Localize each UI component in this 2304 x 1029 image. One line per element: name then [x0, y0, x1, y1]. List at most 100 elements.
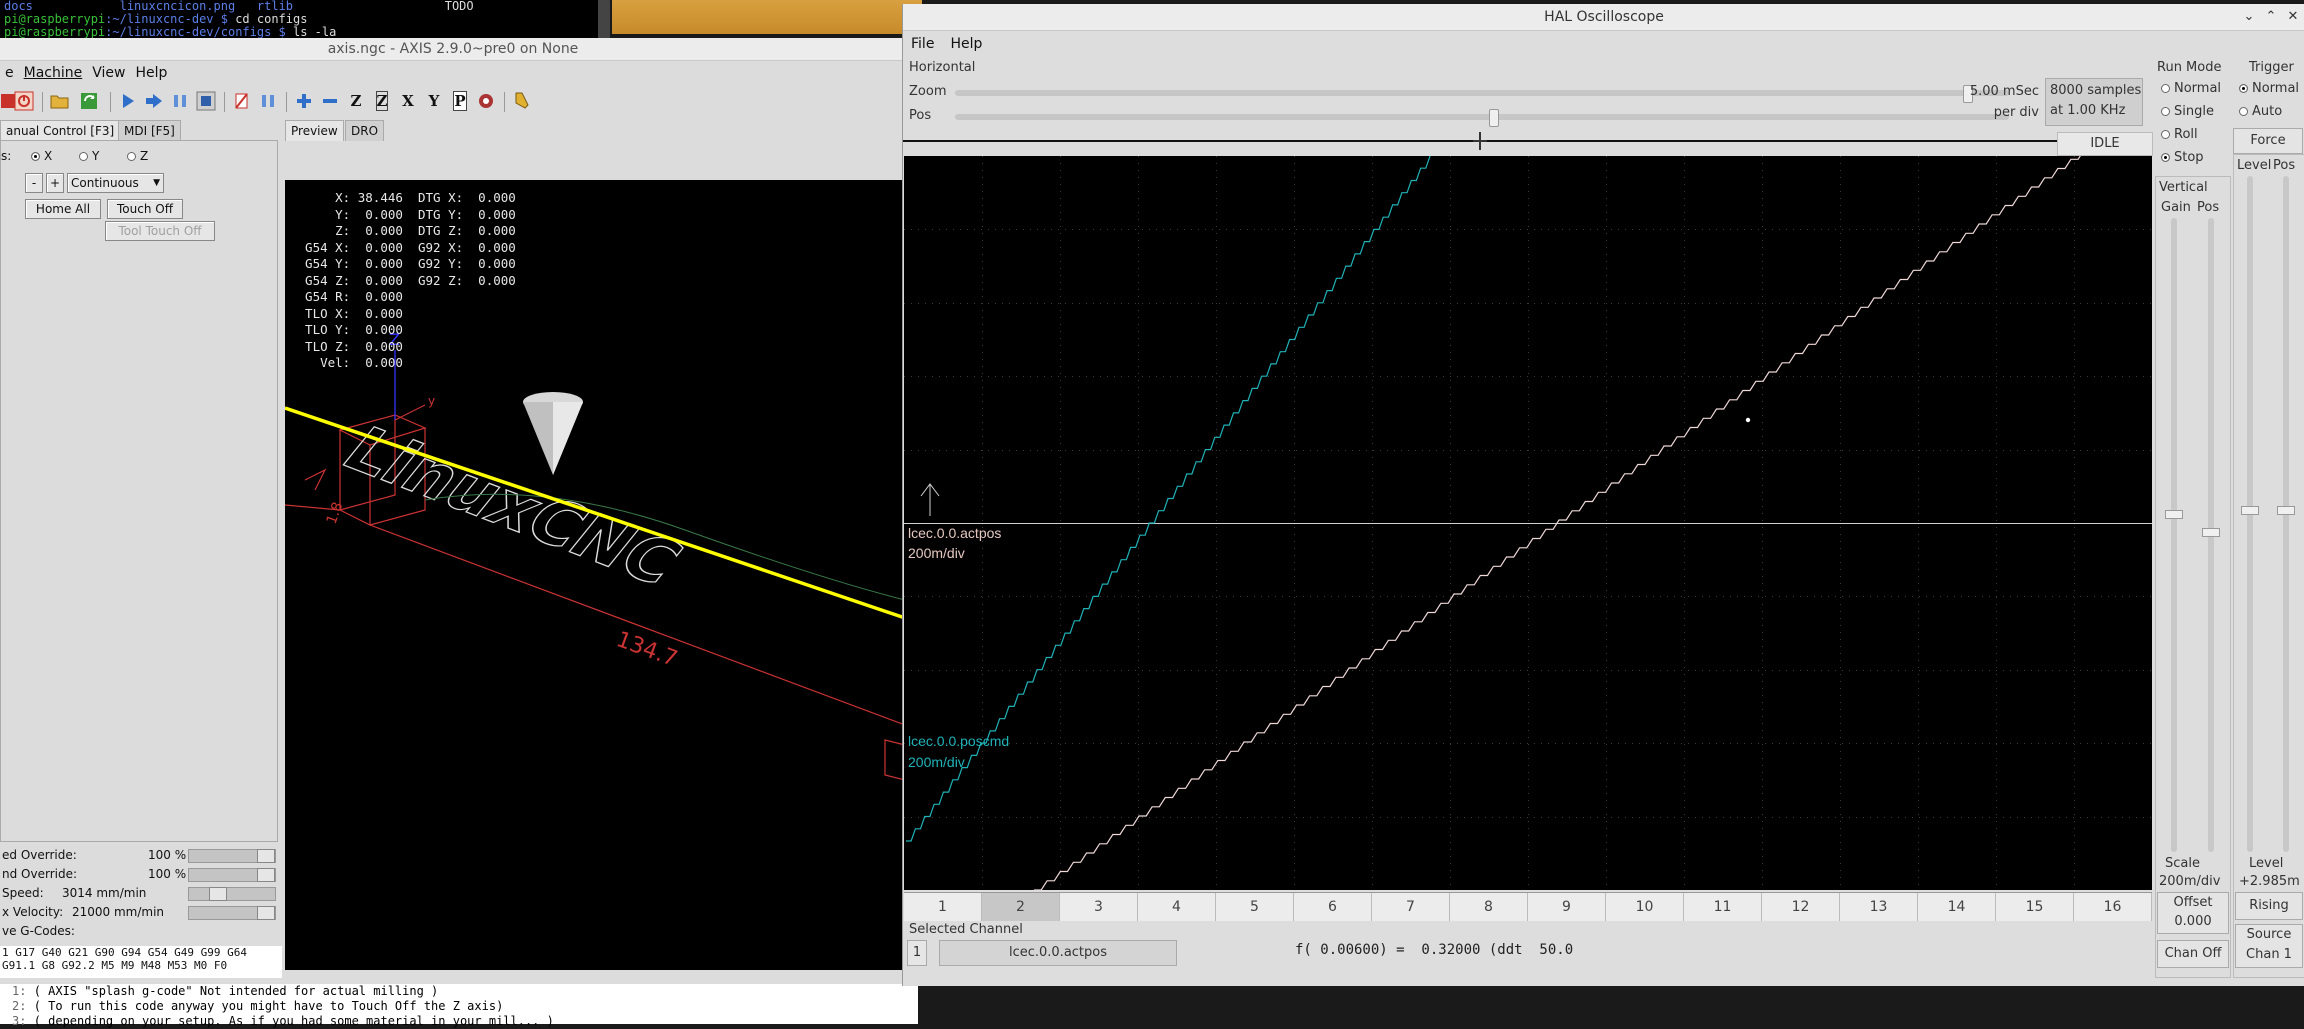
power-icon[interactable]	[12, 89, 36, 113]
axis-radio-z[interactable]: Z	[127, 149, 148, 163]
dro-label: G54 Y:	[290, 256, 351, 271]
channel-button-5[interactable]: 5	[1216, 893, 1294, 921]
view-x-icon[interactable]: X	[396, 89, 420, 113]
trigger-level-label: Level	[2237, 158, 2272, 173]
tab-manual-control[interactable]: anual Control [F3]	[0, 120, 121, 141]
scale-label: Scale	[2165, 856, 2200, 871]
run-mode-single[interactable]: Single	[2161, 105, 2214, 119]
optional-stop-icon[interactable]	[256, 89, 280, 113]
menu-help[interactable]: Help	[130, 62, 172, 84]
vertical-pos-slider[interactable]	[2202, 218, 2220, 852]
channel-button-12[interactable]: 12	[1762, 893, 1840, 921]
jog-plus-button[interactable]: +	[46, 173, 64, 193]
block-delete-icon[interactable]	[230, 89, 254, 113]
tool-touch-off-button[interactable]: Tool Touch Off	[105, 221, 215, 241]
gcodes-line2: G91.1 G8 G92.2 M5 M9 M48 M53 M0 F0	[2, 959, 228, 972]
selected-channel-number[interactable]: 1	[907, 940, 927, 966]
term-path: :~/linuxcnc-dev $	[105, 12, 228, 26]
trigger-auto[interactable]: Auto	[2239, 105, 2282, 119]
dro-value: 0.000	[350, 239, 403, 255]
channel-button-10[interactable]: 10	[1606, 893, 1684, 921]
menu-file[interactable]: e	[0, 62, 19, 84]
view-z-icon[interactable]: Z	[344, 89, 368, 113]
pos-slider[interactable]	[955, 114, 2009, 120]
menu-machine[interactable]: Machine	[19, 62, 88, 84]
channel-button-9[interactable]: 9	[1528, 893, 1606, 921]
run-mode-roll[interactable]: Roll	[2161, 128, 2198, 142]
channel-button-15[interactable]: 15	[1996, 893, 2074, 921]
tab-mdi[interactable]: MDI [F5]	[118, 120, 181, 141]
run-mode-stop[interactable]: Stop	[2161, 151, 2204, 165]
touch-off-button[interactable]: Touch Off	[107, 199, 183, 219]
max-velocity-slider[interactable]	[188, 906, 276, 920]
channel-button-2[interactable]: 2	[982, 893, 1060, 921]
selected-channel-label: Selected Channel	[909, 922, 1023, 937]
rotate-view-icon[interactable]	[474, 89, 498, 113]
gain-slider[interactable]	[2165, 218, 2183, 852]
preview-axis-y: y	[428, 394, 435, 408]
menu-view[interactable]: View	[87, 62, 130, 84]
step-icon[interactable]	[142, 89, 166, 113]
jog-mode-select[interactable]: Continuous ▼	[67, 173, 164, 193]
axis-menubar: e Machine View Help	[0, 62, 172, 84]
selected-channel-name[interactable]: lcec.0.0.actpos	[939, 940, 1177, 966]
view-y-icon[interactable]: Y	[422, 89, 446, 113]
view-z2-icon[interactable]: Z	[370, 89, 394, 113]
menu-help[interactable]: Help	[942, 33, 990, 55]
spindle-override-slider[interactable]	[188, 868, 276, 882]
open-file-icon[interactable]	[48, 89, 72, 113]
axis-radio-y[interactable]: Y	[79, 149, 99, 163]
channel-button-6[interactable]: 6	[1294, 893, 1372, 921]
zoom-in-icon[interactable]	[292, 89, 316, 113]
channel-button-4[interactable]: 4	[1138, 893, 1216, 921]
force-button[interactable]: Force	[2233, 128, 2303, 154]
channel-button-11[interactable]: 11	[1684, 893, 1762, 921]
dro-label: DTG Y:	[417, 206, 464, 222]
minimize-icon[interactable]: ⌄	[2239, 4, 2259, 30]
feed-override-slider[interactable]	[188, 849, 276, 863]
channel-button-7[interactable]: 7	[1372, 893, 1450, 921]
zoom-out-icon[interactable]	[318, 89, 342, 113]
tab-preview[interactable]: Preview	[285, 120, 344, 141]
menu-file[interactable]: File	[903, 33, 942, 55]
pause-icon[interactable]	[168, 89, 192, 113]
jog-minus-button[interactable]: -	[25, 173, 43, 193]
run-mode-normal[interactable]: Normal	[2161, 82, 2221, 96]
home-all-button[interactable]: Home All	[25, 199, 101, 219]
tab-dro[interactable]: DRO	[345, 120, 385, 141]
axis-radio-x[interactable]: X	[31, 149, 52, 163]
channel-button-13[interactable]: 13	[1840, 893, 1918, 921]
channel-button-1[interactable]: 1	[904, 893, 982, 921]
terminal-scrollbar[interactable]	[598, 0, 610, 38]
view-p-icon[interactable]: P	[448, 89, 472, 113]
jog-speed-slider[interactable]	[188, 887, 276, 901]
channel-button-8[interactable]: 8	[1450, 893, 1528, 921]
channel-button-14[interactable]: 14	[1918, 893, 1996, 921]
dro-label: DTG X:	[417, 190, 464, 205]
source-button[interactable]: Source Chan 1	[2235, 924, 2303, 968]
close-icon[interactable]: ✕	[2283, 4, 2303, 30]
trigger-pos-slider[interactable]	[2277, 176, 2295, 852]
hal-title-bar[interactable]: HAL Oscilloscope	[903, 4, 2304, 31]
stop-icon[interactable]	[194, 89, 218, 113]
samples-box: 8000 samples at 1.00 KHz	[2045, 78, 2143, 126]
trace1-name-label: lcec.0.0.actpos	[908, 525, 1001, 541]
clear-plot-icon[interactable]	[510, 89, 534, 113]
trigger-normal[interactable]: Normal	[2239, 82, 2299, 96]
run-icon[interactable]	[116, 89, 140, 113]
vertical-pos-label: Pos	[2197, 200, 2220, 215]
chan-off-button[interactable]: Chan Off	[2157, 940, 2229, 968]
maximize-icon[interactable]: ⌃	[2261, 4, 2281, 30]
pos-slider-thumb[interactable]	[1489, 109, 1499, 127]
reload-icon[interactable]	[78, 89, 102, 113]
zoom-slider[interactable]	[955, 90, 2009, 96]
offset-button[interactable]: Offset 0.000	[2157, 892, 2229, 934]
axis-title-bar[interactable]: axis.ngc - AXIS 2.9.0~pre0 on None	[0, 38, 906, 61]
channel-button-16[interactable]: 16	[2074, 893, 2152, 921]
gcode-program-view[interactable]: 1: ( AXIS "splash g-code" Not intended f…	[0, 984, 918, 1028]
rising-button[interactable]: Rising	[2235, 892, 2303, 920]
oscilloscope-display[interactable]: lcec.0.0.actpos 200m/div lcec.0.0.poscmd 20…	[904, 149, 2152, 891]
gcodes-line1: 1 G17 G40 G21 G90 G94 G54 G49 G99 G64	[2, 946, 248, 959]
trigger-level-slider[interactable]	[2241, 176, 2259, 852]
channel-button-3[interactable]: 3	[1060, 893, 1138, 921]
